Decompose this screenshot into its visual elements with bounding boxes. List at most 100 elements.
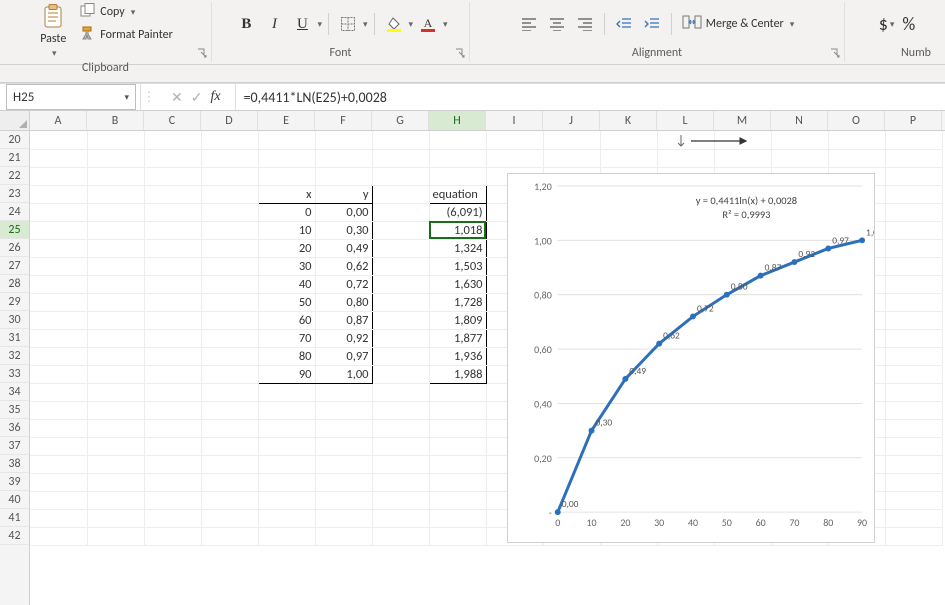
cell-C42[interactable]: [144, 527, 201, 545]
cell-G29[interactable]: [372, 293, 429, 311]
cell-A42[interactable]: [30, 527, 87, 545]
cell-B30[interactable]: [87, 311, 144, 329]
cell-E27[interactable]: 30: [258, 257, 315, 275]
cell-D22[interactable]: [201, 167, 258, 185]
cell-C34[interactable]: [144, 383, 201, 401]
cell-P37[interactable]: [885, 437, 942, 455]
cell-C33[interactable]: [144, 365, 201, 383]
cell-B24[interactable]: [87, 203, 144, 221]
row-header-40[interactable]: 40: [0, 491, 29, 509]
dialog-launcher-font[interactable]: [453, 46, 467, 60]
cell-C21[interactable]: [144, 149, 201, 167]
cell-P25[interactable]: [885, 221, 942, 239]
select-all-corner[interactable]: [0, 111, 30, 130]
cell-B26[interactable]: [87, 239, 144, 257]
cell-O20[interactable]: [828, 131, 885, 149]
row-header-27[interactable]: 27: [0, 257, 29, 275]
cell-E31[interactable]: 70: [258, 329, 315, 347]
cell-D31[interactable]: [201, 329, 258, 347]
cell-H27[interactable]: 1,503: [429, 257, 486, 275]
cell-G22[interactable]: [372, 167, 429, 185]
cell-J21[interactable]: [543, 149, 600, 167]
cell-B31[interactable]: [87, 329, 144, 347]
cell-F29[interactable]: 0,80: [315, 293, 372, 311]
cell-I21[interactable]: [486, 149, 543, 167]
cell-P32[interactable]: [885, 347, 942, 365]
cell-G39[interactable]: [372, 473, 429, 491]
cell-G21[interactable]: [372, 149, 429, 167]
cell-B29[interactable]: [87, 293, 144, 311]
cell-O21[interactable]: [828, 149, 885, 167]
cell-G26[interactable]: [372, 239, 429, 257]
number-format-currency-button[interactable]: $ ▾: [879, 13, 895, 35]
cell-K20[interactable]: [600, 131, 657, 149]
col-header-E[interactable]: E: [258, 111, 315, 130]
cell-H20[interactable]: [429, 131, 486, 149]
row-header-42[interactable]: 42: [0, 527, 29, 545]
cell-E29[interactable]: 50: [258, 293, 315, 311]
cell-D27[interactable]: [201, 257, 258, 275]
cell-A22[interactable]: [30, 167, 87, 185]
cell-C38[interactable]: [144, 455, 201, 473]
cell-E42[interactable]: [258, 527, 315, 545]
cell-D37[interactable]: [201, 437, 258, 455]
cell-H24[interactable]: (6,091): [429, 203, 486, 221]
italic-button[interactable]: I: [261, 11, 287, 37]
cell-N20[interactable]: [771, 131, 828, 149]
col-header-M[interactable]: M: [714, 111, 771, 130]
cell-G24[interactable]: [372, 203, 429, 221]
cell-D35[interactable]: [201, 401, 258, 419]
cell-F39[interactable]: [315, 473, 372, 491]
cell-D28[interactable]: [201, 275, 258, 293]
cell-F40[interactable]: [315, 491, 372, 509]
row-header-29[interactable]: 29: [0, 293, 29, 311]
cell-G34[interactable]: [372, 383, 429, 401]
cell-C28[interactable]: [144, 275, 201, 293]
cell-E28[interactable]: 40: [258, 275, 315, 293]
col-header-L[interactable]: L: [657, 111, 714, 130]
fx-icon[interactable]: fx: [210, 89, 220, 105]
increase-indent-button[interactable]: [639, 11, 665, 37]
cell-E33[interactable]: 90: [258, 365, 315, 383]
cell-C29[interactable]: [144, 293, 201, 311]
cell-P33[interactable]: [885, 365, 942, 383]
cell-A40[interactable]: [30, 491, 87, 509]
underline-button[interactable]: U: [289, 11, 315, 37]
cell-F31[interactable]: 0,92: [315, 329, 372, 347]
cell-H31[interactable]: 1,877: [429, 329, 486, 347]
cell-B41[interactable]: [87, 509, 144, 527]
cell-E36[interactable]: [258, 419, 315, 437]
cell-P39[interactable]: [885, 473, 942, 491]
cell-D40[interactable]: [201, 491, 258, 509]
cell-B32[interactable]: [87, 347, 144, 365]
cell-G20[interactable]: [372, 131, 429, 149]
copy-button[interactable]: Copy ▾: [76, 2, 177, 22]
cell-P31[interactable]: [885, 329, 942, 347]
cell-P34[interactable]: [885, 383, 942, 401]
format-painter-button[interactable]: Format Painter: [76, 24, 177, 46]
col-header-K[interactable]: K: [600, 111, 657, 130]
col-header-A[interactable]: A: [30, 111, 87, 130]
cell-B35[interactable]: [87, 401, 144, 419]
cell-F28[interactable]: 0,72: [315, 275, 372, 293]
cell-H30[interactable]: 1,809: [429, 311, 486, 329]
caret-icon[interactable]: ▾: [443, 19, 448, 30]
cell-D34[interactable]: [201, 383, 258, 401]
cell-F20[interactable]: [315, 131, 372, 149]
cell-A33[interactable]: [30, 365, 87, 383]
caret-icon[interactable]: ▾: [317, 19, 322, 30]
cell-F21[interactable]: [315, 149, 372, 167]
cell-F23[interactable]: y: [315, 185, 372, 203]
cell-G42[interactable]: [372, 527, 429, 545]
cell-G41[interactable]: [372, 509, 429, 527]
cell-C26[interactable]: [144, 239, 201, 257]
cell-A24[interactable]: [30, 203, 87, 221]
cell-P26[interactable]: [885, 239, 942, 257]
cell-D32[interactable]: [201, 347, 258, 365]
cell-A38[interactable]: [30, 455, 87, 473]
caret-icon[interactable]: ▾: [363, 19, 368, 30]
cell-P21[interactable]: [885, 149, 942, 167]
cell-D21[interactable]: [201, 149, 258, 167]
borders-button[interactable]: [335, 11, 361, 37]
cell-A25[interactable]: [30, 221, 87, 239]
